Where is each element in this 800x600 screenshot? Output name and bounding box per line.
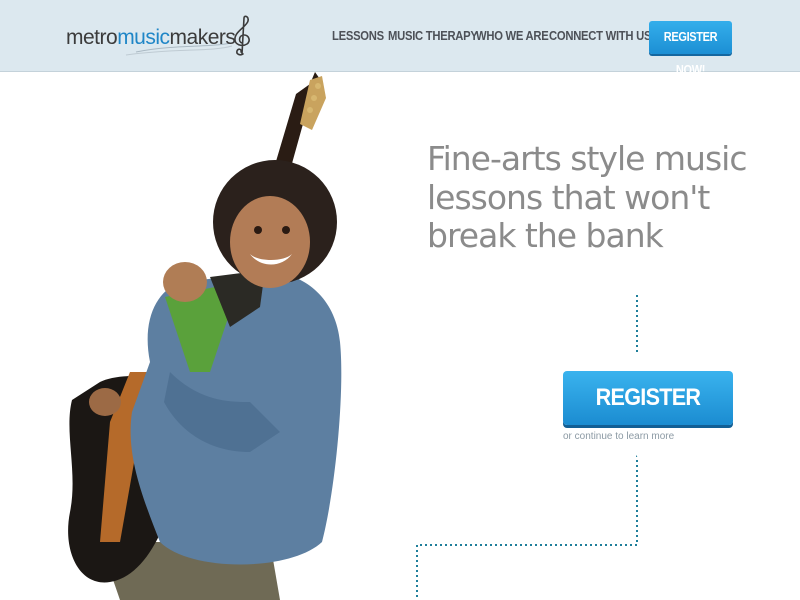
nav-lessons[interactable]: LESSONS (332, 29, 384, 43)
hero-headline: Fine-arts style music lessons that won't… (427, 139, 747, 255)
nav-connect-with-us[interactable]: CONNECT WITH US (549, 29, 651, 43)
logo-music: music (117, 26, 170, 49)
header-register-button[interactable]: REGISTER NOW! (649, 21, 732, 77)
logo-metro: metro (66, 26, 118, 49)
treble-clef-icon (234, 15, 250, 56)
site-header: metromusicmakers LESSONS MUSIC THERAPY W… (0, 0, 800, 77)
site-logo[interactable]: metromusicmakers (66, 14, 256, 58)
header-register-label: REGISTER NOW! (663, 30, 718, 77)
nav-music-therapy[interactable]: MUSIC THERAPY (388, 29, 478, 43)
hero-register-label: REGISTER NOW! (595, 384, 701, 465)
hero-photo-boy-with-guitar (68, 72, 342, 600)
logo-makers: makers (169, 26, 236, 49)
hero-register-button[interactable]: REGISTER NOW! (563, 371, 733, 465)
logo-wordmark: metromusicmakers (66, 26, 236, 50)
continue-learn-more-link[interactable]: or continue to learn more (563, 431, 674, 442)
nav-who-we-are[interactable]: WHO WE ARE (476, 29, 549, 43)
